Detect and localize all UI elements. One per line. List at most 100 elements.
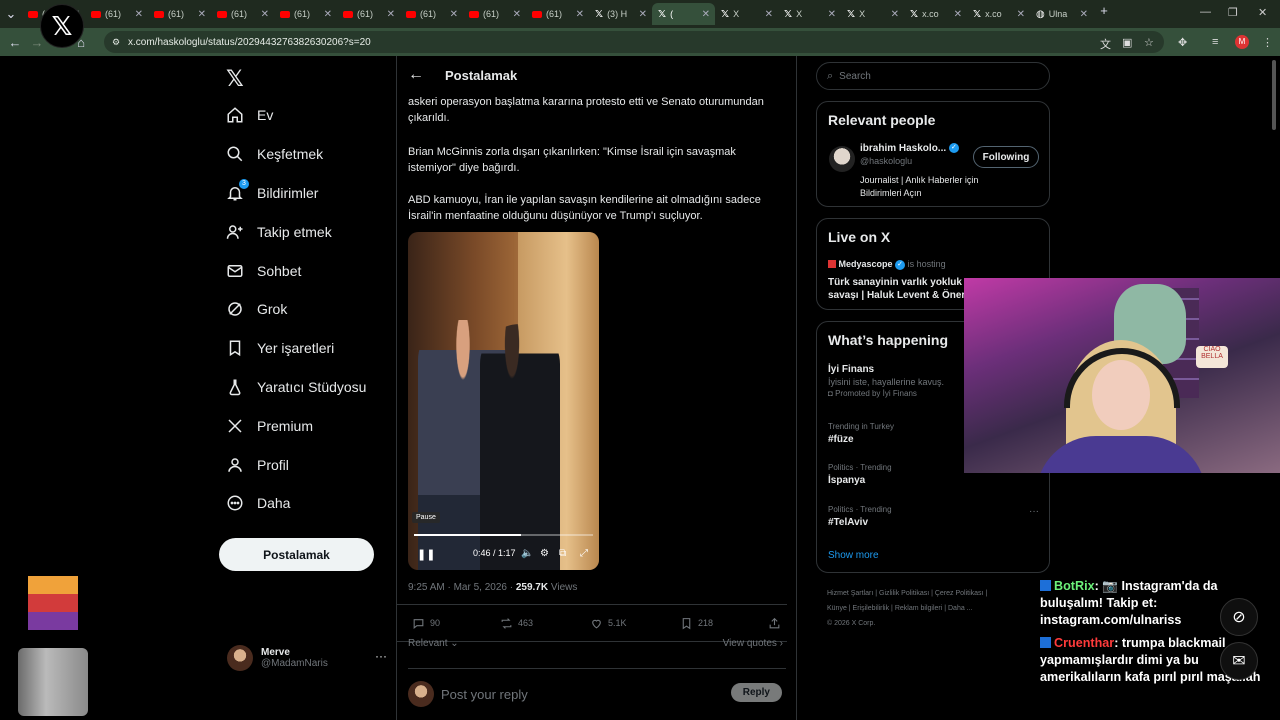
translate-icon[interactable]: 文	[1100, 36, 1111, 52]
reading-list-icon[interactable]: ≡	[1212, 36, 1218, 48]
browser-tab[interactable]: 𝕏(✕	[652, 3, 715, 25]
back-arrow-icon[interactable]: ←	[4, 35, 26, 50]
browser-tab[interactable]: 𝕏 X ✕	[715, 3, 778, 25]
close-tab-icon[interactable]: ✕	[135, 9, 143, 20]
tab-label: x.co	[922, 9, 939, 19]
search-input[interactable]: ⌕ Search	[816, 62, 1050, 90]
video-progress-bar[interactable]	[414, 534, 593, 536]
maximize-icon[interactable]: ❐	[1228, 6, 1238, 19]
messages-floating-button[interactable]: ✉	[1220, 642, 1258, 680]
close-tab-icon[interactable]: ✕	[387, 9, 395, 20]
new-tab-icon[interactable]: +	[1093, 3, 1115, 25]
browser-tab[interactable]: (61) ✕	[526, 3, 589, 25]
like-action[interactable]: 5.1K	[590, 617, 627, 630]
pip-icon[interactable]: ⧉	[559, 548, 566, 559]
volume-icon[interactable]: 🔈	[521, 548, 533, 559]
browser-tab[interactable]: ◍ Ulna ✕	[1030, 3, 1093, 25]
nav-item-9[interactable]: Profil	[215, 445, 395, 484]
live-host[interactable]: Medyascope	[839, 259, 893, 269]
post-button[interactable]: Postalamak	[219, 538, 374, 571]
close-tab-icon[interactable]: ✕	[198, 9, 206, 20]
more-icon[interactable]: ···	[375, 649, 387, 663]
account-switcher[interactable]: Merve @MadamNaris ···	[227, 643, 387, 673]
close-tab-icon[interactable]: ✕	[702, 9, 710, 20]
promo-text: İyisini iste, hayallerine kavuş.	[828, 377, 945, 387]
x-brand-logo-icon[interactable]: 𝕏	[226, 66, 395, 96]
nav-item-2[interactable]: 3 Bildirimler	[215, 174, 395, 213]
view-quotes-link[interactable]: View quotes ›	[723, 638, 783, 649]
browser-tab[interactable]: 𝕏x.co ✕	[904, 3, 967, 25]
nav-item-1[interactable]: Keşfetmek	[215, 135, 395, 174]
tab-list-chevron-icon[interactable]: ⌄	[0, 6, 22, 22]
close-tab-icon[interactable]: ✕	[639, 9, 647, 20]
close-tab-icon[interactable]: ✕	[765, 9, 773, 20]
close-tab-icon[interactable]: ✕	[576, 9, 584, 20]
close-tab-icon[interactable]: ✕	[450, 9, 458, 20]
settings-icon[interactable]: ⚙	[540, 548, 549, 559]
close-tab-icon[interactable]: ✕	[828, 9, 836, 20]
minimize-icon[interactable]: —	[1200, 6, 1211, 18]
show-more-link[interactable]: Show more	[828, 550, 879, 561]
browser-tab[interactable]: 𝕏 (3) H ✕	[589, 3, 652, 25]
footer-line-2[interactable]: Künye | Erişilebilirlik | Reklam bilgile…	[827, 601, 1047, 616]
nav-item-4[interactable]: Sohbet	[215, 251, 395, 290]
browser-tab[interactable]: (61) ✕	[337, 3, 400, 25]
nav-item-3[interactable]: Takip etmek	[215, 212, 395, 251]
scrollbar[interactable]	[1272, 60, 1276, 130]
close-tab-icon[interactable]: ✕	[891, 9, 899, 20]
close-tab-icon[interactable]: ✕	[1080, 9, 1088, 20]
pause-icon[interactable]: ❚❚	[417, 548, 435, 561]
install-icon[interactable]: ▣	[1122, 36, 1132, 49]
close-tab-icon[interactable]: ✕	[954, 9, 962, 20]
bookmark-star-icon[interactable]: ☆	[1144, 36, 1154, 49]
close-tab-icon[interactable]: ✕	[261, 9, 269, 20]
add-user-icon	[225, 222, 245, 242]
share-action[interactable]	[768, 617, 781, 630]
post-time[interactable]: 9:25 AM · Mar 5, 2026 ·	[408, 582, 516, 593]
close-tab-icon[interactable]: ✕	[324, 9, 332, 20]
grok-floating-button[interactable]: ⊘	[1220, 598, 1258, 636]
profile-avatar[interactable]: M	[1235, 35, 1249, 49]
nav-item-10[interactable]: Daha	[215, 484, 395, 523]
live-topic[interactable]: Türk sanayinin varlık yokluk savaşı | Ha…	[828, 276, 968, 302]
promoted-trend[interactable]: İyi Finans İyisini iste, hayallerine kav…	[828, 364, 944, 398]
browser-tab[interactable]: (61) ✕	[400, 3, 463, 25]
trend-more-icon[interactable]: ···	[1029, 506, 1039, 517]
trend-item[interactable]: Trending in Turkey #füze	[828, 422, 894, 445]
extensions-icon[interactable]: ✥	[1178, 36, 1187, 49]
site-info-icon[interactable]: ⚙	[112, 37, 120, 48]
browser-tab[interactable]: (61) ✕	[463, 3, 526, 25]
avatar[interactable]	[829, 146, 855, 172]
browser-menu-icon[interactable]: ⋮	[1262, 36, 1273, 49]
nav-item-8[interactable]: Premium	[215, 406, 395, 445]
back-arrow-icon[interactable]: ←	[397, 66, 435, 84]
bookmark-action[interactable]: 218	[680, 617, 713, 630]
relevant-name[interactable]: ibrahim Haskolo... ✓	[860, 143, 980, 154]
reply-input[interactable]: Post your reply	[441, 687, 528, 702]
reply-action[interactable]: 90	[412, 617, 440, 630]
browser-tab[interactable]: (61) ✕	[85, 3, 148, 25]
browser-tab[interactable]: 𝕏 X ✕	[841, 3, 904, 25]
close-tab-icon[interactable]: ✕	[513, 9, 521, 20]
repost-action[interactable]: 463	[500, 617, 533, 630]
nav-item-0[interactable]: Ev	[215, 96, 395, 135]
nav-item-6[interactable]: Yer işaretleri	[215, 329, 395, 368]
browser-tab[interactable]: 𝕏x.co ✕	[967, 3, 1030, 25]
video-player[interactable]: Pause ❚❚ 0:46 / 1:17 🔈 ⚙ ⧉ ⤢	[408, 232, 599, 570]
following-button[interactable]: Following	[973, 146, 1039, 168]
trend-item[interactable]: Politics · Trending #TelAviv	[828, 505, 892, 528]
browser-tab[interactable]: (61) ✕	[274, 3, 337, 25]
reply-button[interactable]: Reply	[730, 683, 782, 702]
nav-item-5[interactable]: Grok	[215, 290, 395, 329]
trend-item[interactable]: Politics · Trending İspanya	[828, 463, 892, 486]
browser-tab[interactable]: (61) ✕	[211, 3, 274, 25]
browser-tab[interactable]: 𝕏 X ✕	[778, 3, 841, 25]
footer-line-1[interactable]: Hizmet Şartları | Gizlilik Politikası | …	[827, 586, 1047, 601]
nav-item-7[interactable]: Yaratıcı Stüdyosu	[215, 368, 395, 407]
close-window-icon[interactable]: ✕	[1258, 6, 1267, 19]
close-tab-icon[interactable]: ✕	[1017, 9, 1025, 20]
fullscreen-icon[interactable]: ⤢	[580, 548, 588, 559]
url-field[interactable]: ⚙ x.com/haskologlu/status/20294432763826…	[104, 31, 1164, 53]
browser-tab[interactable]: (61) ✕	[148, 3, 211, 25]
reply-sort-dropdown[interactable]: Relevant ⌄	[408, 638, 459, 649]
